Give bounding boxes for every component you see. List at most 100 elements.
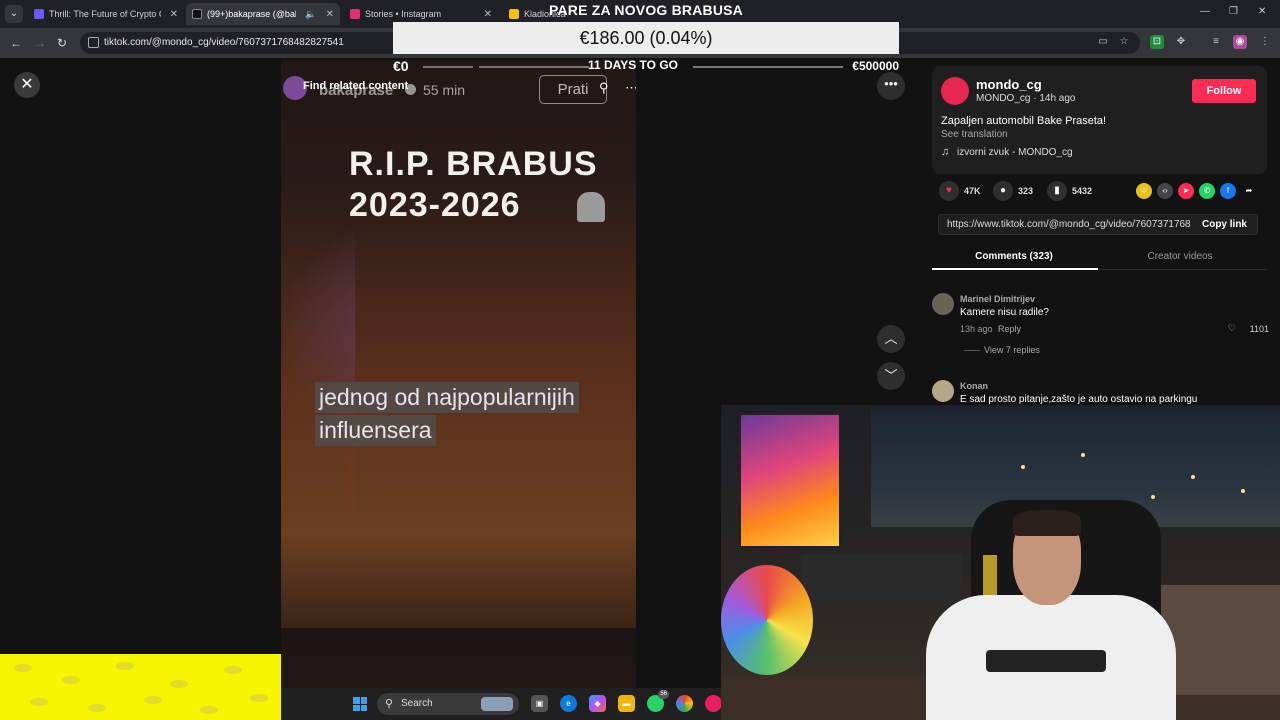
windows-taskbar: ⚲ Search ▣ e ◆ ▬ 56 xyxy=(281,688,731,720)
thrill-favicon-icon xyxy=(34,9,44,19)
tab-comments[interactable]: Comments (323) xyxy=(932,251,1096,262)
video-caption-line2: influensera xyxy=(315,415,436,446)
copy-link-button[interactable]: Copy link xyxy=(1202,219,1247,230)
webcam-rainbow-ball xyxy=(721,565,813,675)
menu-dots-icon[interactable]: ⋮ xyxy=(1258,35,1272,49)
comment-text: Kamere nisu radile? xyxy=(960,307,1049,318)
video-time-ago: 55 min xyxy=(423,82,466,98)
tab-label: (99+)bakaprase (@bakaprase) xyxy=(207,9,296,19)
file-explorer-icon[interactable]: ▬ xyxy=(618,695,635,712)
video-player[interactable]: bakaprase Find related content 55 min Pr… xyxy=(281,60,636,688)
pattern-mark xyxy=(14,664,32,672)
close-tab-icon[interactable]: ✕ xyxy=(326,9,334,20)
media-control-icon[interactable]: ≡ xyxy=(1209,35,1223,49)
tab-creator-videos[interactable]: Creator videos xyxy=(1098,251,1262,262)
pattern-mark xyxy=(116,662,134,670)
taskbar-search-label: Search xyxy=(401,698,433,709)
comment-bubble-icon[interactable]: ● xyxy=(993,181,1013,201)
video-title-line1: R.I.P. BRABUS xyxy=(349,145,598,183)
commenter-name[interactable]: Konan xyxy=(960,381,988,391)
video-follow-button[interactable]: Prati xyxy=(539,75,607,104)
post-details-panel: mondo_cg MONDO_cg · 14h ago Follow Zapal… xyxy=(918,60,1280,405)
goal-divider xyxy=(423,66,473,68)
find-related-content[interactable]: Find related content xyxy=(303,80,408,92)
chrome-icon[interactable] xyxy=(676,695,693,712)
city-light xyxy=(1241,489,1245,493)
windows-start-icon[interactable] xyxy=(353,697,367,711)
see-translation-link[interactable]: See translation xyxy=(941,129,1008,140)
search-highlight-art xyxy=(481,697,513,711)
commenter-avatar[interactable] xyxy=(932,293,954,315)
tab-search-button[interactable]: ⌄ xyxy=(5,5,23,23)
share-link-url[interactable]: https://www.tiktok.com/@mondo_cg/video/7… xyxy=(947,219,1191,230)
task-view-icon[interactable]: ▣ xyxy=(531,695,548,712)
video-title-line2: 2023-2026 xyxy=(349,186,521,224)
comment-tabs: Comments (323) Creator videos xyxy=(932,246,1267,270)
share-link-box: https://www.tiktok.com/@mondo_cg/video/7… xyxy=(938,214,1258,235)
restore-icon[interactable]: ❐ xyxy=(1229,6,1238,17)
commenter-name[interactable]: Marinel Dimitrijev xyxy=(960,294,1035,304)
extensions-puzzle-icon[interactable]: ✥ xyxy=(1174,35,1188,49)
music-link[interactable]: izvorni zvuk - MONDO_cg xyxy=(957,147,1073,158)
comment-like-heart-icon[interactable]: ♡ xyxy=(1228,323,1236,334)
city-light xyxy=(1021,465,1025,469)
next-video-button[interactable]: ﹀ xyxy=(877,362,905,390)
edge-browser-icon[interactable]: e xyxy=(560,695,577,712)
forward-arrow-icon[interactable]: → xyxy=(34,36,46,50)
pattern-mark xyxy=(144,696,162,704)
bookmark-icon[interactable]: ▮ xyxy=(1047,181,1067,201)
reply-button[interactable]: Reply xyxy=(998,324,1021,334)
send-paper-plane-icon[interactable]: ➤ xyxy=(1178,183,1194,199)
post-description: Zapaljen automobil Bake Praseta! xyxy=(941,115,1107,127)
cast-icon[interactable]: ▭ xyxy=(1096,35,1110,49)
active-tab-indicator xyxy=(932,268,1098,270)
speaker-icon[interactable]: 🔈 xyxy=(305,9,316,20)
commenter-avatar[interactable] xyxy=(932,380,954,402)
more-options-button[interactable]: ••• xyxy=(877,72,905,100)
view-replies-button[interactable]: View 7 replies xyxy=(984,345,1040,355)
back-arrow-icon[interactable]: ← xyxy=(10,36,22,50)
browser-tab-thrill[interactable]: Thrill: The Future of Crypto Casino ✕ xyxy=(28,3,184,25)
reload-icon[interactable]: ↻ xyxy=(57,36,67,50)
close-video-button[interactable]: ✕ xyxy=(14,72,40,98)
comment-like-count: 1101 xyxy=(1249,324,1269,334)
browser-tab-tiktok[interactable]: (99+)bakaprase (@bakaprase) 🔈 ✕ xyxy=(186,3,340,25)
search-icon: ⚲ xyxy=(385,698,394,710)
close-tab-icon[interactable]: ✕ xyxy=(484,9,492,20)
yellow-stream-widget xyxy=(0,654,281,720)
whatsapp-badge: 56 xyxy=(658,690,669,699)
whatsapp-app-icon[interactable]: 56 xyxy=(647,690,669,712)
profile-avatar[interactable]: ◉ xyxy=(1233,35,1247,49)
extension-green-icon[interactable]: ⊡ xyxy=(1150,35,1164,49)
minimize-icon[interactable]: — xyxy=(1200,6,1210,17)
like-heart-icon[interactable]: ♥ xyxy=(939,181,959,201)
app-icon[interactable] xyxy=(705,695,722,712)
author-avatar[interactable] xyxy=(941,77,969,105)
copilot-icon[interactable]: ◆ xyxy=(589,695,606,712)
comment-item: Marinel Dimitrijev Kamere nisu radile? 1… xyxy=(932,293,1277,363)
embed-code-icon[interactable]: ‹› xyxy=(1157,183,1173,199)
site-info-icon[interactable] xyxy=(88,37,99,48)
webcam-tv-screen xyxy=(739,413,841,548)
tab-label: Stories • Instagram xyxy=(365,9,442,19)
follow-button[interactable]: Follow xyxy=(1192,79,1256,103)
share-emoji-icon[interactable]: ☺ xyxy=(1136,183,1152,199)
share-arrow-icon[interactable]: ➦ xyxy=(1241,183,1257,199)
close-window-icon[interactable]: ✕ xyxy=(1258,6,1266,17)
goal-min: €0 xyxy=(393,58,409,74)
author-name[interactable]: mondo_cg xyxy=(976,77,1042,92)
bookmark-star-icon[interactable]: ☆ xyxy=(1117,35,1131,49)
more-dots-icon[interactable]: ⋯ xyxy=(625,80,636,96)
video-caption-line1: jednog od najpopularnijih xyxy=(315,382,579,413)
close-tab-icon[interactable]: ✕ xyxy=(170,9,178,20)
music-note-icon: ♫ xyxy=(941,146,950,158)
city-light xyxy=(1081,453,1085,457)
previous-video-button[interactable]: ︿ xyxy=(877,325,905,353)
taskbar-search[interactable]: ⚲ Search xyxy=(377,693,519,715)
donation-goal-amount: €186.00 (0.04%) xyxy=(393,22,899,54)
headstone-icon xyxy=(577,192,605,222)
search-icon[interactable]: ⚲ xyxy=(599,80,609,96)
pattern-mark xyxy=(170,680,188,688)
facebook-icon[interactable]: f xyxy=(1220,183,1236,199)
whatsapp-icon[interactable]: ✆ xyxy=(1199,183,1215,199)
